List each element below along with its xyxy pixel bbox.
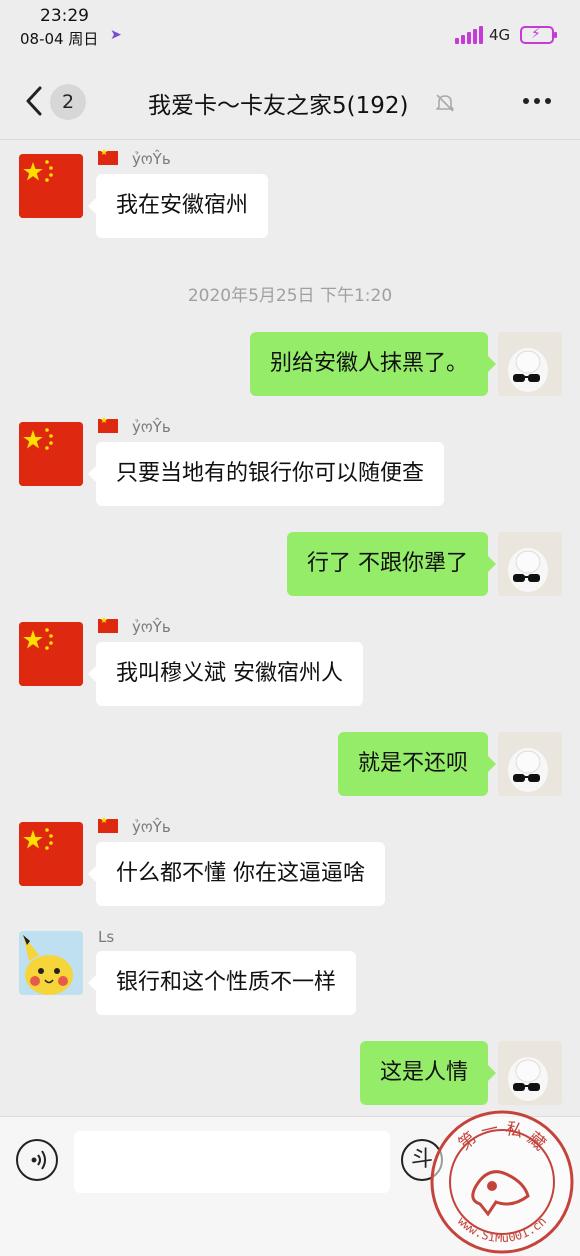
sender-name: ỷოŶь bbox=[98, 616, 171, 636]
self-avatar[interactable] bbox=[498, 732, 562, 796]
voice-input-button[interactable] bbox=[16, 1139, 58, 1181]
flag-emoji-icon bbox=[98, 616, 118, 633]
message-bubble-incoming[interactable]: 我在安徽宿州 bbox=[87, 174, 269, 238]
signal-icon bbox=[455, 26, 483, 44]
china-flag-icon bbox=[19, 822, 83, 886]
self-avatar-image bbox=[498, 1041, 562, 1105]
pikachu-avatar-image bbox=[19, 931, 83, 995]
china-flag-icon bbox=[19, 154, 83, 218]
charging-icon: ⚡ bbox=[531, 26, 541, 42]
flag-emoji-icon bbox=[98, 416, 118, 433]
message-bubble-outgoing[interactable]: 就是不还呗 bbox=[337, 732, 497, 796]
watermark-seal-logo: 第 一 私 藏 www.SiMu001.cn bbox=[430, 1110, 574, 1254]
location-icon: ➤ bbox=[110, 27, 122, 43]
sender-avatar[interactable] bbox=[19, 622, 83, 686]
mute-bell-icon bbox=[436, 94, 454, 112]
self-avatar-image bbox=[498, 732, 562, 796]
status-bar: 23:29 08-04 周日 ➤ 4G ⚡ bbox=[0, 0, 580, 62]
flag-emoji-icon bbox=[98, 148, 118, 165]
china-flag-icon bbox=[19, 622, 83, 686]
message-timestamp: 2020年5月25日 下午1:20 bbox=[187, 286, 393, 306]
voice-wave-icon bbox=[31, 1150, 46, 1170]
more-options-icon[interactable] bbox=[521, 98, 553, 106]
unread-count-badge[interactable]: 2 bbox=[50, 84, 86, 120]
sender-name: ỷოŶь bbox=[98, 816, 171, 836]
sender-avatar[interactable] bbox=[19, 422, 83, 486]
status-time: 23:29 bbox=[40, 6, 89, 26]
message-bubble-incoming[interactable]: 我叫穆义斌 安徽宿州人 bbox=[88, 642, 363, 706]
chat-title: 我爱卡～卡友之家5(192) bbox=[148, 93, 409, 119]
sender-name: Ls bbox=[98, 928, 115, 946]
flag-emoji-icon bbox=[98, 816, 118, 833]
back-arrow-icon[interactable] bbox=[20, 84, 50, 118]
china-flag-icon bbox=[19, 422, 83, 486]
message-bubble-outgoing[interactable]: 行了 不跟你犟了 bbox=[287, 532, 496, 596]
sender-avatar[interactable] bbox=[19, 822, 83, 886]
self-avatar-image bbox=[498, 532, 562, 596]
sender-name: ỷოŶь bbox=[98, 416, 171, 436]
battery-icon: ⚡ bbox=[520, 26, 557, 44]
message-bubble-outgoing[interactable]: 这是人情 bbox=[359, 1041, 497, 1105]
status-date: 08-04 周日 bbox=[20, 30, 99, 48]
self-avatar[interactable] bbox=[498, 332, 562, 396]
sender-name: ỷოŶь bbox=[98, 148, 171, 168]
network-type: 4G bbox=[489, 26, 511, 44]
message-bubble-incoming[interactable]: 银行和这个性质不一样 bbox=[87, 951, 357, 1015]
sender-avatar[interactable] bbox=[19, 154, 83, 218]
self-avatar[interactable] bbox=[498, 1041, 562, 1105]
message-input[interactable] bbox=[74, 1131, 390, 1193]
self-avatar-image bbox=[498, 332, 562, 396]
message-bubble-incoming[interactable]: 只要当地有的银行你可以随便查 bbox=[87, 442, 445, 506]
sender-avatar[interactable] bbox=[19, 931, 83, 995]
message-bubble-incoming[interactable]: 什么都不懂 你在这逼逼啥 bbox=[88, 842, 385, 906]
message-bubble-outgoing[interactable]: 别给安徽人抹黑了。 bbox=[249, 332, 497, 396]
chat-header: 2 我爱卡～卡友之家5(192) bbox=[0, 62, 580, 140]
self-avatar[interactable] bbox=[498, 532, 562, 596]
